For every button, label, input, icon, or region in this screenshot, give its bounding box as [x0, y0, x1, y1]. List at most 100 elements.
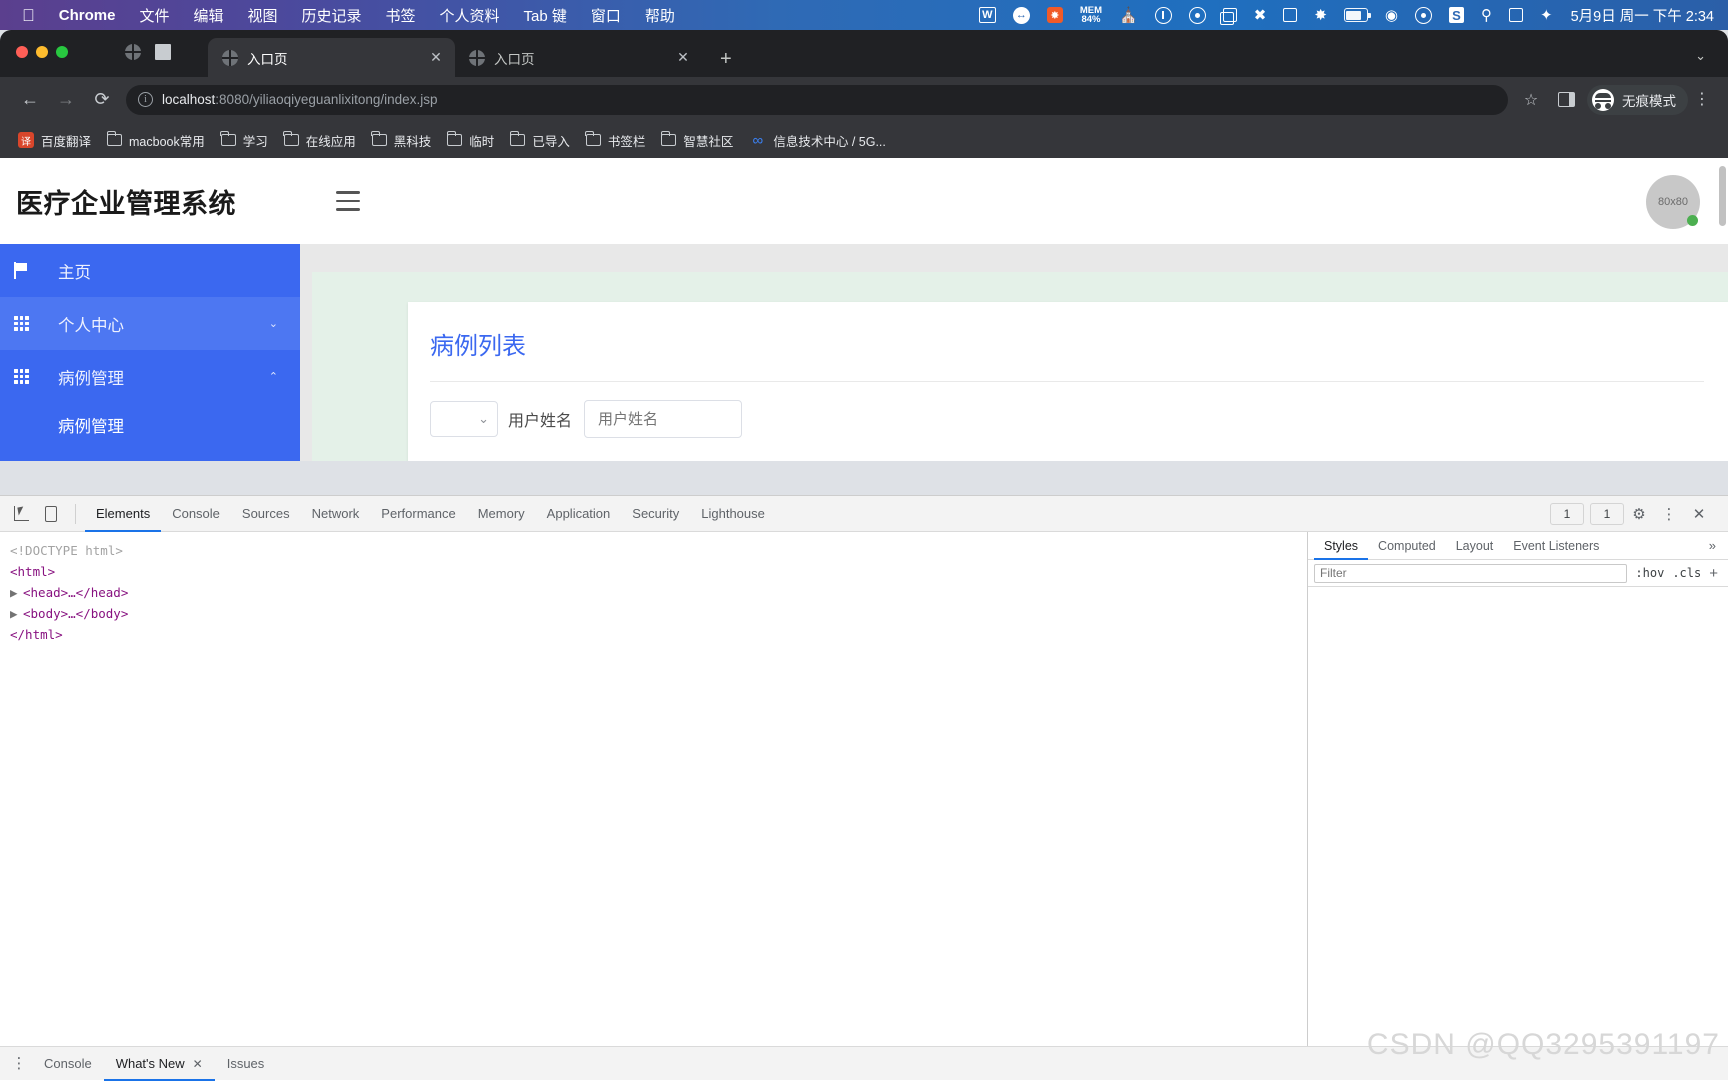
incognito-indicator[interactable]: 无痕模式 — [1587, 84, 1688, 115]
menu-toggle-hamburger-icon[interactable] — [336, 191, 360, 211]
drawer-tab-issues[interactable]: Issues — [215, 1047, 277, 1081]
display-icon[interactable] — [1283, 8, 1298, 22]
scissors-icon[interactable]: ✖ — [1254, 6, 1267, 24]
tab-search-chevron-down-icon[interactable]: ⌄ — [1695, 48, 1706, 64]
battery-icon[interactable] — [1343, 8, 1371, 22]
play-icon[interactable] — [1188, 6, 1206, 24]
bookmark-2[interactable]: 学习 — [213, 127, 276, 154]
sidebar-item-home[interactable]: 主页 — [0, 244, 300, 297]
devtools-tab-network[interactable]: Network — [301, 496, 371, 532]
spotlight-search-icon[interactable]: ⚲ — [1481, 6, 1492, 24]
forward-button[interactable]: → — [48, 85, 84, 115]
page-scrollbar[interactable] — [1719, 166, 1726, 226]
bookmark-star-icon[interactable]: ☆ — [1516, 90, 1546, 110]
devtools-tab-sources[interactable]: Sources — [231, 496, 301, 532]
bookmark-5[interactable]: 临时 — [439, 127, 502, 154]
close-window-button[interactable] — [16, 46, 28, 58]
bookmark-6[interactable]: 已导入 — [502, 127, 578, 154]
side-panel-icon[interactable] — [1558, 92, 1575, 107]
drawer-tab-console[interactable]: Console — [32, 1047, 104, 1081]
new-style-rule-button[interactable]: + — [1709, 565, 1722, 582]
menu-app-name[interactable]: Chrome — [59, 7, 116, 24]
close-icon[interactable]: ✕ — [1684, 499, 1714, 529]
devtools-tab-memory[interactable]: Memory — [467, 496, 536, 532]
windows-icon[interactable] — [1219, 8, 1237, 25]
styles-overflow-icon[interactable]: » — [1709, 538, 1728, 553]
devtools-tab-security[interactable]: Security — [621, 496, 690, 532]
menubar-clock[interactable]: 5月9日 周一 下午 2:34 — [1571, 5, 1714, 26]
badge-1[interactable]: 1 — [1590, 502, 1624, 525]
bookmark-7[interactable]: 书签栏 — [578, 127, 654, 154]
devtools-tab-performance[interactable]: Performance — [370, 496, 466, 532]
expand-triangle-icon[interactable]: ▶ — [10, 603, 23, 624]
menu-item-4[interactable]: 书签 — [386, 5, 416, 26]
memory-monitor-icon[interactable]: MEM 84% — [1080, 5, 1102, 25]
sogou-input-icon[interactable]: S — [1448, 7, 1464, 23]
reload-button[interactable]: ⟳ — [84, 85, 120, 115]
bookmark-0[interactable]: 译百度翻译 — [10, 127, 99, 154]
bluetooth-icon[interactable]: ✸ — [1314, 6, 1327, 24]
qq-icon[interactable]: ⛪ — [1119, 6, 1138, 24]
apple-icon[interactable]:  — [22, 7, 35, 24]
bookmark-8[interactable]: 智慧社区 — [653, 127, 741, 154]
hov-toggle[interactable]: :hov — [1635, 566, 1664, 580]
back-button[interactable]: ← — [12, 85, 48, 115]
volume-icon[interactable] — [1414, 6, 1432, 24]
dom-line-2[interactable]: ▶ <head>…</head> — [10, 582, 1307, 603]
bookmark-3[interactable]: 在线应用 — [276, 127, 364, 154]
sidebar-item-case-management[interactable]: 病例管理 ⌃ — [0, 350, 300, 403]
dom-tree[interactable]: <!DOCTYPE html> <html> ▶ <head>…</head> ▶… — [0, 532, 1307, 1046]
badge-0[interactable]: 1 — [1550, 502, 1584, 525]
devtools-tab-console[interactable]: Console — [161, 496, 231, 532]
drawer-tab-whats-new[interactable]: What's New ✕ — [104, 1047, 215, 1081]
site-info-icon[interactable]: i — [138, 92, 153, 107]
menu-item-5[interactable]: 个人资料 — [440, 5, 500, 26]
arrows-icon[interactable]: ↔ — [1012, 6, 1030, 24]
siri-icon[interactable]: ✦ — [1540, 6, 1553, 24]
dom-line-3[interactable]: ▶ <body>…</body> — [10, 603, 1307, 624]
dom-line-1[interactable]: <html> — [10, 561, 1307, 582]
power-icon[interactable] — [1154, 6, 1172, 24]
tab-close-icon[interactable]: ✕ — [674, 49, 692, 66]
styles-tab-layout[interactable]: Layout — [1446, 532, 1504, 560]
wifi-icon[interactable]: ◉ — [1385, 6, 1398, 24]
menu-item-6[interactable]: Tab 键 — [524, 5, 567, 26]
drawer-kebab-icon[interactable]: ⋮ — [6, 1056, 32, 1071]
avatar-wrapper[interactable]: 80x80 — [1646, 175, 1700, 229]
menu-item-2[interactable]: 视图 — [247, 5, 277, 26]
bookmark-4[interactable]: 黑科技 — [364, 127, 440, 154]
tab-1[interactable]: 入口页 ✕ — [455, 38, 702, 77]
menu-item-7[interactable]: 窗口 — [591, 5, 621, 26]
gear-icon[interactable]: ⚙ — [1624, 499, 1654, 529]
inspect-element-icon[interactable] — [6, 506, 36, 521]
menu-item-0[interactable]: 文件 — [139, 5, 169, 26]
menu-item-8[interactable]: 帮助 — [645, 5, 675, 26]
styles-tab-event-listeners[interactable]: Event Listeners — [1503, 532, 1609, 560]
device-toolbar-icon[interactable] — [36, 505, 66, 522]
chrome-menu-kebab-icon[interactable]: ⋮ — [1688, 91, 1716, 107]
maximize-window-button[interactable] — [56, 46, 68, 58]
bookmark-1[interactable]: macbook常用 — [99, 127, 213, 154]
tab-close-icon[interactable]: ✕ — [427, 49, 445, 66]
new-tab-button[interactable]: + — [720, 49, 732, 69]
app-badge-icon[interactable]: ✸ — [1046, 7, 1063, 23]
filter-type-select[interactable]: ⌄ — [430, 401, 498, 437]
wps-icon[interactable]: W — [978, 7, 996, 23]
styles-tab-styles[interactable]: Styles — [1314, 532, 1368, 560]
sidebar-subitem-case-management[interactable]: 病例管理 — [0, 403, 300, 447]
tab-group-icon[interactable] — [155, 44, 171, 60]
styles-tab-computed[interactable]: Computed — [1368, 532, 1446, 560]
minimize-window-button[interactable] — [36, 46, 48, 58]
cls-toggle[interactable]: .cls — [1672, 566, 1701, 580]
styles-filter-input[interactable] — [1314, 563, 1628, 583]
devtools-tab-elements[interactable]: Elements — [85, 496, 161, 532]
sidebar-item-personal-center[interactable]: 个人中心 ⌄ — [0, 297, 300, 350]
kebab-icon[interactable]: ⋮ — [1654, 499, 1684, 529]
window-controls[interactable] — [16, 46, 68, 58]
menu-item-1[interactable]: 编辑 — [193, 5, 223, 26]
bookmark-9[interactable]: ∞ 信息技术中心 / 5G... — [741, 127, 894, 154]
devtools-tab-lighthouse[interactable]: Lighthouse — [690, 496, 776, 532]
expand-triangle-icon[interactable]: ▶ — [10, 582, 23, 603]
search-input[interactable] — [584, 400, 743, 438]
tab-0[interactable]: 入口页 ✕ — [208, 38, 455, 77]
